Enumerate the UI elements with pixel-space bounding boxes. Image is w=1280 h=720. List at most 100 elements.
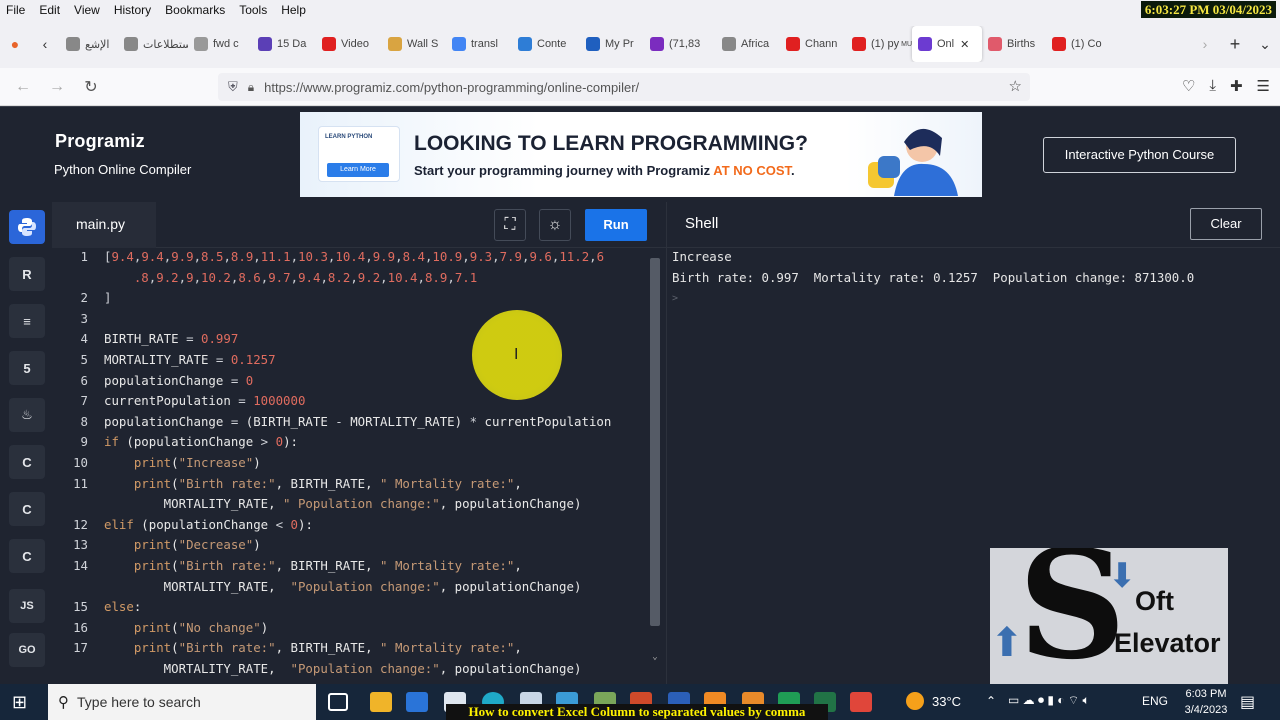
code-line[interactable]: .8,9.2,9,10.2,8.6,9.7,9.4,8.2,9.2,10.4,8…: [104, 270, 477, 285]
tab-scroll-right-icon[interactable]: ›: [1190, 36, 1220, 52]
close-tab-icon[interactable]: ✕: [960, 38, 969, 51]
run-button[interactable]: Run: [585, 209, 647, 241]
app-icon[interactable]: [850, 692, 872, 712]
browser-tab[interactable]: Wall S: [382, 26, 446, 62]
ad-banner[interactable]: LEARN PYTHON Learn More LOOKING TO LEARN…: [300, 112, 982, 197]
learn-more-button[interactable]: Learn More: [327, 163, 389, 177]
code-line[interactable]: if (populationChange > 0):: [104, 434, 298, 449]
js-icon[interactable]: JS: [9, 589, 45, 623]
code-line[interactable]: MORTALITY_RATE = 0.1257: [104, 352, 276, 367]
sql-icon[interactable]: ≡: [9, 304, 45, 338]
soft-elevator-watermark: S ⬇ ⬆ Oft Elevator: [990, 548, 1228, 693]
url-bar[interactable]: ⛨ 🔒︎ https://www.programiz.com/python-pr…: [218, 73, 1030, 101]
browser-tab[interactable]: transl: [446, 26, 512, 62]
notifications-icon[interactable]: ▤: [1240, 692, 1255, 712]
clear-button[interactable]: Clear: [1190, 208, 1262, 240]
c-icon[interactable]: C: [9, 445, 45, 479]
back-icon[interactable]: ←: [6, 78, 40, 96]
code-line[interactable]: print("Birth rate:", BIRTH_RATE, " Morta…: [104, 640, 522, 655]
browser-tab[interactable]: (1) pyMUTED: [846, 26, 912, 62]
shield-icon[interactable]: ⛨: [228, 79, 238, 95]
go-icon[interactable]: GO: [9, 633, 45, 667]
python-icon[interactable]: [9, 210, 45, 244]
file-tab[interactable]: main.py: [52, 202, 156, 248]
browser-tab[interactable]: fwd c: [188, 26, 252, 62]
list-all-tabs-icon[interactable]: ⌄: [1250, 36, 1280, 53]
r-icon[interactable]: R: [9, 257, 45, 291]
firefox-view-icon[interactable]: ●: [0, 36, 30, 52]
browser-tab[interactable]: Births: [982, 26, 1046, 62]
pocket-icon[interactable]: ♡: [1182, 77, 1195, 95]
tab-scroll-left-icon[interactable]: ‹: [30, 36, 60, 52]
browser-tab[interactable]: My Pr: [580, 26, 644, 62]
code-line[interactable]: MORTALITY_RATE, "Population change:", po…: [104, 579, 582, 594]
menu-edit[interactable]: Edit: [39, 3, 60, 17]
code-line[interactable]: populationChange = (BIRTH_RATE - MORTALI…: [104, 414, 611, 429]
bookmark-star-icon[interactable]: ☆: [1009, 77, 1022, 95]
java-icon[interactable]: ♨: [9, 398, 45, 432]
menu-tools[interactable]: Tools: [239, 3, 267, 17]
menu-history[interactable]: History: [114, 3, 151, 17]
browser-tab[interactable]: Video: [316, 26, 382, 62]
code-line[interactable]: populationChange = 0: [104, 373, 253, 388]
menu-bookmarks[interactable]: Bookmarks: [165, 3, 225, 17]
code-line[interactable]: BIRTH_RATE = 0.997: [104, 331, 238, 346]
code-line[interactable]: print("Birth rate:", BIRTH_RATE, " Morta…: [104, 558, 522, 573]
programiz-logo[interactable]: Programiz: [55, 131, 145, 152]
shell-prompt[interactable]: >: [672, 293, 678, 304]
weather-widget[interactable]: 33°C: [906, 692, 961, 710]
forward-icon[interactable]: →: [40, 78, 74, 96]
tray-icons[interactable]: ▭ ☁ ⏺ ▮ ◐ ⌔ 🔈︎: [1008, 693, 1090, 708]
tab-favicon-icon: [388, 37, 402, 51]
language-rail: R ≡ 5 ♨ C C C JS GO: [0, 202, 52, 684]
language-indicator[interactable]: ENG: [1142, 694, 1168, 708]
windows-start-icon[interactable]: ⊞: [12, 692, 27, 713]
new-tab-icon[interactable]: +: [1220, 34, 1250, 55]
fullscreen-icon[interactable]: ⛶: [494, 209, 526, 241]
code-line[interactable]: ]: [104, 290, 111, 305]
code-line[interactable]: elif (populationChange < 0):: [104, 517, 313, 532]
browser-tab[interactable]: Chann: [780, 26, 846, 62]
cpp-icon[interactable]: C: [9, 492, 45, 526]
code-editor[interactable]: 1 [9.4,9.4,9.9,8.5,8.9,11.1,10.3,10.4,9.9…: [52, 248, 666, 684]
menu-view[interactable]: View: [74, 3, 100, 17]
taskbar-search[interactable]: ⚲ Type here to search: [48, 684, 316, 720]
menu-help[interactable]: Help: [281, 3, 306, 17]
shell-output-line: Birth rate: 0.997 Mortality rate: 0.1257…: [672, 270, 1195, 285]
browser-tab[interactable]: Africa: [716, 26, 780, 62]
url-text[interactable]: https://www.programiz.com/python-program…: [264, 80, 639, 95]
code-line[interactable]: currentPopulation = 1000000: [104, 393, 305, 408]
menu-file[interactable]: File: [6, 3, 25, 17]
code-line[interactable]: print("No change"): [104, 620, 268, 635]
csharp-icon[interactable]: C: [9, 539, 45, 573]
task-view-icon[interactable]: [328, 693, 348, 711]
browser-tab[interactable]: 15 Da: [252, 26, 316, 62]
browser-tab[interactable]: Onl ✕: [912, 26, 982, 62]
downloads-icon[interactable]: ⤓: [1209, 77, 1216, 95]
theme-toggle-icon[interactable]: ☼: [539, 209, 571, 241]
extensions-icon[interactable]: ✚: [1230, 77, 1243, 95]
browser-tab[interactable]: استطلاعات: [118, 26, 188, 62]
code-line[interactable]: MORTALITY_RATE, "Population change:", po…: [104, 661, 582, 676]
browser-tab[interactable]: (71,83: [644, 26, 716, 62]
code-line[interactable]: print("Decrease"): [104, 537, 261, 552]
file-explorer-icon[interactable]: [370, 692, 392, 712]
menu-icon[interactable]: ☰: [1257, 77, 1270, 95]
browser-tab[interactable]: (1) Co: [1046, 26, 1110, 62]
code-line[interactable]: [9.4,9.4,9.9,8.5,8.9,11.1,10.3,10.4,9.9,…: [104, 249, 604, 264]
browser-tab[interactable]: Conte: [512, 26, 580, 62]
html5-icon[interactable]: 5: [9, 351, 45, 385]
browser-tab[interactable]: الإشع: [60, 26, 118, 62]
lock-icon[interactable]: 🔒︎: [248, 80, 254, 95]
tray-chevron-icon[interactable]: ⌃: [986, 694, 996, 708]
editor-scrollbar[interactable]: [650, 258, 660, 626]
code-line[interactable]: else:: [104, 599, 141, 614]
reload-icon[interactable]: ↻: [74, 77, 108, 97]
scroll-down-icon[interactable]: ⌄: [650, 652, 660, 662]
taskbar-clock[interactable]: 6:03 PM 3/4/2023: [1176, 686, 1236, 718]
code-line[interactable]: MORTALITY_RATE, " Population change:", p…: [104, 496, 582, 511]
code-line[interactable]: print("Increase"): [104, 455, 261, 470]
mail-icon[interactable]: [406, 692, 428, 712]
code-line[interactable]: print("Birth rate:", BIRTH_RATE, " Morta…: [104, 476, 522, 491]
interactive-python-course-button[interactable]: Interactive Python Course: [1043, 137, 1236, 173]
